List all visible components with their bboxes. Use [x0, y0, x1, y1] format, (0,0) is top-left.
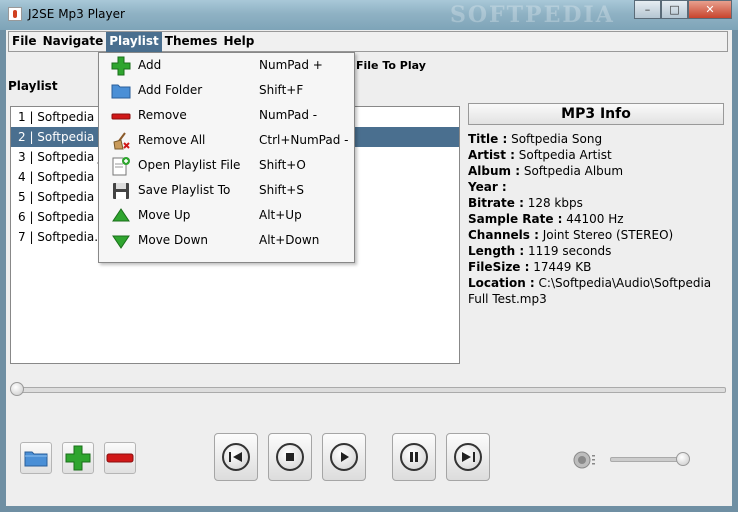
- seek-handle[interactable]: [10, 382, 24, 396]
- minimize-button[interactable]: –: [634, 0, 661, 19]
- stop-icon: [286, 453, 294, 461]
- add-folder-button[interactable]: [20, 442, 52, 474]
- next-button[interactable]: [446, 433, 490, 481]
- playlist-heading: Playlist: [8, 79, 58, 93]
- previous-button[interactable]: [214, 433, 258, 481]
- info-album: Album : Softpedia Album: [468, 164, 624, 178]
- title-bar[interactable]: J2SE Mp3 Player SOFTPEDIA – □ ✕: [0, 0, 738, 30]
- volume-handle[interactable]: [676, 452, 690, 466]
- menu-item-add-folder[interactable]: Add Folder Shift+F: [99, 78, 354, 103]
- menu-item-remove-all[interactable]: Remove All Ctrl+NumPad -: [99, 128, 354, 153]
- window-title: J2SE Mp3 Player: [28, 7, 125, 21]
- stop-button[interactable]: [268, 433, 312, 481]
- add-icon: [111, 56, 131, 76]
- folder-icon: [111, 84, 131, 99]
- info-bitrate: Bitrate : 128 kbps: [468, 196, 583, 210]
- pause-button[interactable]: [392, 433, 436, 481]
- info-length: Length : 1119 seconds: [468, 244, 612, 258]
- file-to-play-label: File To Play: [356, 59, 426, 72]
- skip-back-icon: [229, 452, 242, 462]
- menu-file[interactable]: File: [9, 32, 40, 53]
- remove-file-button[interactable]: [104, 442, 136, 474]
- menu-item-move-down[interactable]: Move Down Alt+Down: [99, 228, 354, 253]
- pause-icon: [410, 452, 418, 462]
- close-button[interactable]: ✕: [688, 0, 732, 19]
- menu-item-add[interactable]: Add NumPad +: [99, 53, 354, 78]
- info-filesize: FileSize : 17449 KB: [468, 260, 592, 274]
- remove-icon: [106, 453, 134, 463]
- menu-help[interactable]: Help: [220, 32, 257, 53]
- info-year: Year :: [468, 180, 507, 194]
- add-file-button[interactable]: [62, 442, 94, 474]
- volume-slider[interactable]: [610, 457, 684, 462]
- info-title: Title : Softpedia Song: [468, 132, 603, 146]
- app-window: J2SE Mp3 Player SOFTPEDIA – □ ✕ File Nav…: [0, 0, 738, 512]
- info-artist: Artist : Softpedia Artist: [468, 148, 612, 162]
- remove-icon: [111, 113, 131, 120]
- add-icon: [65, 445, 91, 471]
- folder-icon: [24, 451, 48, 467]
- mp3-info-header: MP3 Info: [468, 103, 724, 125]
- menu-bar: File Navigate Playlist Themes Help: [8, 31, 728, 53]
- menu-item-move-up[interactable]: Move Up Alt+Up: [99, 203, 354, 228]
- open-file-icon: [112, 157, 130, 176]
- skip-forward-icon: [462, 452, 475, 462]
- info-location: Location : C:\Softpedia\Audio\Softpedia …: [468, 276, 712, 306]
- playlist-dropdown-menu: Add NumPad + Add Folder Shift+F Remove N…: [98, 52, 355, 263]
- broom-icon: [113, 132, 130, 150]
- menu-navigate[interactable]: Navigate: [40, 32, 107, 53]
- info-sample-rate: Sample Rate : 44100 Hz: [468, 212, 624, 226]
- java-app-icon: [8, 7, 22, 21]
- menu-item-save-playlist[interactable]: Save Playlist To Shift+S: [99, 178, 354, 203]
- save-icon: [113, 183, 129, 199]
- menu-playlist[interactable]: Playlist: [106, 32, 162, 53]
- arrow-up-icon: [112, 208, 130, 222]
- seek-bar[interactable]: [12, 387, 726, 393]
- watermark-logo: SOFTPEDIA: [450, 2, 615, 28]
- play-button[interactable]: [322, 433, 366, 481]
- play-icon: [341, 452, 349, 462]
- arrow-down-icon: [112, 235, 130, 249]
- menu-themes[interactable]: Themes: [162, 32, 221, 53]
- maximize-button[interactable]: □: [661, 0, 688, 19]
- menu-item-remove[interactable]: Remove NumPad -: [99, 103, 354, 128]
- mp3-info-panel: Title : Softpedia Song Artist : Softpedi…: [468, 131, 726, 307]
- menu-item-open-playlist[interactable]: Open Playlist File Shift+O: [99, 153, 354, 178]
- volume-icon: [573, 451, 595, 469]
- info-channels: Channels : Joint Stereo (STEREO): [468, 228, 674, 242]
